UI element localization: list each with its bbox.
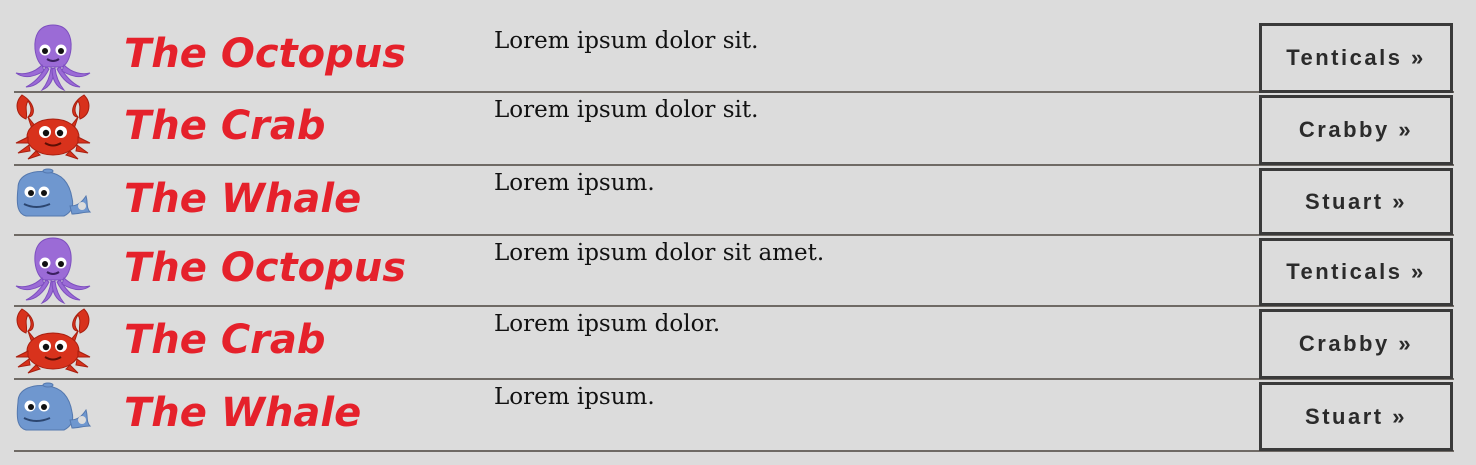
whale-icon <box>14 166 92 234</box>
list-item: The Whale Lorem ipsum. Stuart » <box>14 380 1454 452</box>
animal-description: Lorem ipsum dolor. <box>494 311 721 337</box>
more-button[interactable]: Tenticals » <box>1259 238 1453 306</box>
list-item: The Octopus Lorem ipsum dolor sit amet. Te… <box>14 236 1454 307</box>
animal-description: Lorem ipsum dolor sit. <box>494 28 759 54</box>
animal-name: The Whale <box>124 390 362 436</box>
animal-list: The Octopus Lorem ipsum dolor sit. Tentica… <box>14 23 1454 452</box>
more-button[interactable]: Tenticals » <box>1259 23 1453 93</box>
more-button[interactable]: Stuart » <box>1259 168 1453 235</box>
animal-description: Lorem ipsum dolor sit amet. <box>494 240 825 266</box>
octopus-icon <box>14 236 92 304</box>
list-item: The Crab Lorem ipsum dolor sit. Crabby » <box>14 93 1454 166</box>
more-button[interactable]: Crabby » <box>1259 309 1453 379</box>
crab-icon <box>14 93 92 161</box>
octopus-icon <box>14 23 92 91</box>
crab-icon <box>14 307 92 375</box>
list-item: The Whale Lorem ipsum. Stuart » <box>14 166 1454 236</box>
animal-name: The Octopus <box>124 245 407 291</box>
animal-name: The Octopus <box>124 31 407 77</box>
list-item: The Crab Lorem ipsum dolor. Crabby » <box>14 307 1454 380</box>
animal-description: Lorem ipsum. <box>494 170 655 196</box>
animal-name: The Whale <box>124 176 362 222</box>
animal-name: The Crab <box>124 317 326 363</box>
animal-description: Lorem ipsum. <box>494 384 655 410</box>
whale-icon <box>14 380 92 448</box>
more-button[interactable]: Stuart » <box>1259 382 1453 451</box>
more-button[interactable]: Crabby » <box>1259 95 1453 165</box>
animal-description: Lorem ipsum dolor sit. <box>494 97 759 123</box>
animal-name: The Crab <box>124 103 326 149</box>
list-item: The Octopus Lorem ipsum dolor sit. Tentica… <box>14 23 1454 93</box>
